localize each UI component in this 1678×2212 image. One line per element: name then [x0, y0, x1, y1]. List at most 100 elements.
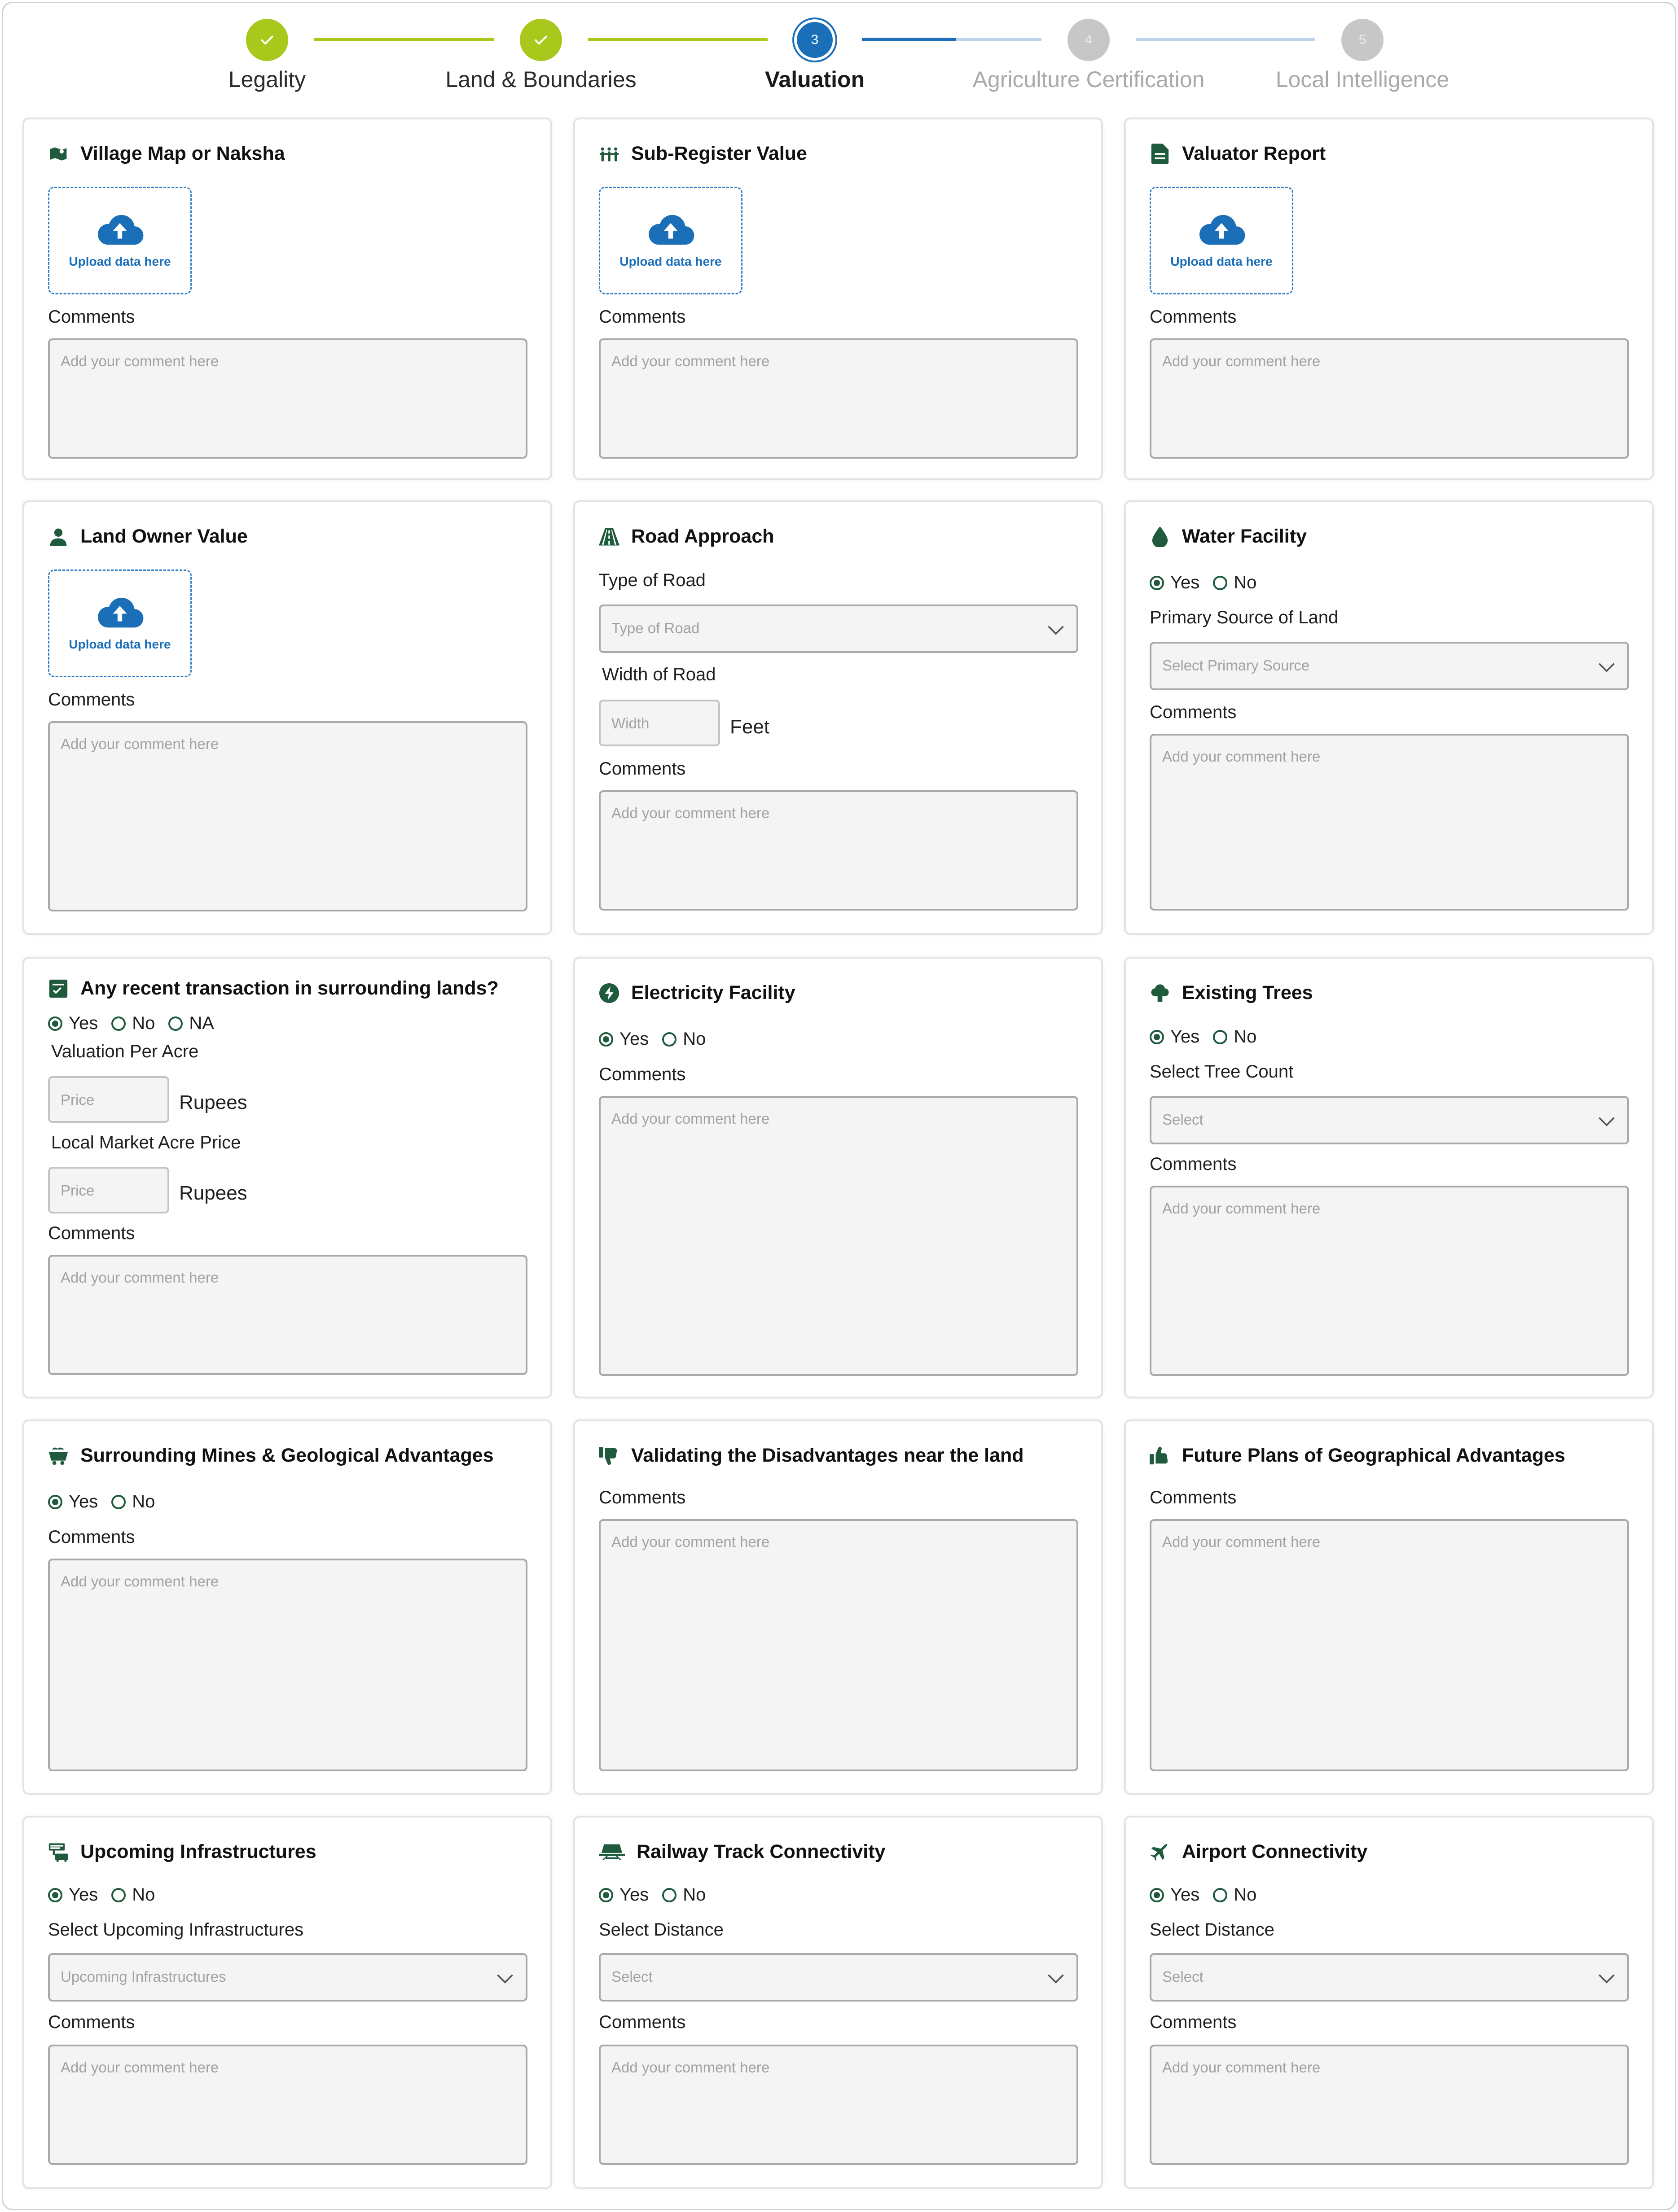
valuation-per-acre-label: Valuation Per Acre — [51, 1042, 199, 1061]
card-title: Valuator Report — [1150, 143, 1326, 165]
upload-dropzone[interactable]: Upload data here — [1150, 187, 1293, 294]
comments-label: Comments — [599, 2012, 686, 2032]
upload-label: Upload data here — [619, 254, 722, 268]
radio-yes[interactable]: Yes — [599, 1885, 649, 1905]
upload-dropzone[interactable]: Upload data here — [48, 187, 192, 294]
comment-placeholder: Add your comment here — [1162, 748, 1321, 765]
radio-no[interactable]: No — [111, 1013, 155, 1034]
radio-no[interactable]: No — [111, 1885, 155, 1905]
construction-icon — [48, 1842, 69, 1862]
radio-yes[interactable]: Yes — [48, 1492, 98, 1512]
card-title: Existing Trees — [1150, 982, 1313, 1004]
comment-textarea[interactable]: Add your comment here — [48, 338, 527, 459]
airport-radio-group: Yes No — [1150, 1885, 1270, 1905]
radio-yes[interactable]: Yes — [1150, 1885, 1199, 1905]
step-number: 5 — [1341, 19, 1384, 61]
water-drop-icon — [1150, 526, 1170, 547]
checklist-icon — [48, 978, 69, 999]
railway-distance-select[interactable]: Select — [599, 1953, 1078, 2002]
comment-textarea[interactable]: Add your comment here — [599, 338, 1078, 459]
radio-yes[interactable]: Yes — [1150, 1027, 1199, 1047]
road-icon — [599, 526, 619, 547]
mine-cart-icon — [48, 1445, 69, 1466]
price-unit: Rupees — [179, 1091, 247, 1113]
radio-no[interactable]: No — [1213, 573, 1256, 593]
card-title: Airport Connectivity — [1150, 1841, 1367, 1863]
radio-no[interactable]: No — [662, 1029, 706, 1049]
card-title: Electricity Facility — [599, 982, 795, 1004]
comment-placeholder: Add your comment here — [61, 736, 219, 752]
comments-label: Comments — [48, 307, 135, 327]
cloud-upload-icon — [648, 215, 694, 245]
card-airport-connectivity: Airport Connectivity Yes No Select Dista… — [1124, 1816, 1654, 2189]
chevron-down-icon — [1599, 1117, 1615, 1126]
card-title: Land Owner Value — [48, 526, 248, 548]
card-title: Water Facility — [1150, 526, 1307, 548]
comments-label: Comments — [1150, 307, 1237, 327]
step-label: Local Intelligence — [1275, 67, 1450, 92]
comment-textarea[interactable]: Add your comment here — [48, 721, 527, 911]
radio-yes[interactable]: Yes — [48, 1013, 98, 1034]
card-title: Railway Track Connectivity — [599, 1841, 885, 1863]
upload-dropzone[interactable]: Upload data here — [599, 187, 742, 294]
card-railway-connectivity: Railway Track Connectivity Yes No Select… — [573, 1816, 1103, 2189]
upload-label: Upload data here — [1170, 254, 1273, 268]
comments-label: Comments — [1150, 702, 1237, 722]
comment-textarea[interactable]: Add your comment here — [1150, 2045, 1629, 2165]
infrastructure-select[interactable]: Upcoming Infrastructures — [48, 1953, 527, 2002]
comment-placeholder: Add your comment here — [1162, 1533, 1321, 1550]
radio-no[interactable]: No — [1213, 1027, 1256, 1047]
thumbs-down-icon — [599, 1445, 619, 1466]
comment-textarea[interactable]: Add your comment here — [48, 1559, 527, 1771]
train-icon — [599, 1842, 625, 1862]
road-type-select[interactable]: Type of Road — [599, 604, 1078, 653]
radio-no[interactable]: No — [662, 1885, 706, 1905]
comment-placeholder: Add your comment here — [611, 1533, 770, 1550]
price-unit: Rupees — [179, 1182, 247, 1204]
document-icon — [1150, 143, 1170, 164]
comment-textarea[interactable]: Add your comment here — [1150, 734, 1629, 911]
comment-textarea[interactable]: Add your comment here — [599, 790, 1078, 911]
airport-distance-select[interactable]: Select — [1150, 1953, 1629, 2002]
market-price-input[interactable]: Price — [48, 1167, 169, 1213]
chevron-down-icon — [1048, 626, 1064, 635]
comments-label: Comments — [1150, 2012, 1237, 2032]
comment-textarea[interactable]: Add your comment here — [48, 2045, 527, 2165]
card-recent-transaction: Any recent transaction in surrounding la… — [22, 957, 552, 1398]
radio-no[interactable]: No — [1213, 1885, 1256, 1905]
comment-textarea[interactable]: Add your comment here — [599, 1519, 1078, 1771]
map-icon — [48, 144, 69, 164]
width-unit: Feet — [730, 716, 770, 738]
primary-source-select[interactable]: Select Primary Source — [1150, 642, 1629, 690]
input-placeholder: Width — [611, 715, 650, 731]
radio-yes[interactable]: Yes — [599, 1029, 649, 1049]
comment-textarea[interactable]: Add your comment here — [1150, 338, 1629, 459]
radio-na[interactable]: NA — [168, 1013, 214, 1034]
person-icon — [48, 526, 69, 547]
tree-icon — [1150, 983, 1170, 1003]
valuation-price-input[interactable]: Price — [48, 1076, 169, 1123]
comment-textarea[interactable]: Add your comment here — [599, 2045, 1078, 2165]
cloud-upload-icon — [1199, 215, 1245, 245]
card-water-facility: Water Facility Yes No Primary Source of … — [1124, 500, 1654, 935]
upload-dropzone[interactable]: Upload data here — [48, 569, 192, 677]
comment-textarea[interactable]: Add your comment here — [1150, 1519, 1629, 1771]
comment-placeholder: Add your comment here — [1162, 1200, 1321, 1217]
comment-textarea[interactable]: Add your comment here — [1150, 1186, 1629, 1376]
radio-yes[interactable]: Yes — [48, 1885, 98, 1905]
tree-count-select[interactable]: Select — [1150, 1096, 1629, 1144]
card-title: Road Approach — [599, 526, 774, 548]
comments-label: Comments — [599, 1488, 686, 1507]
card-title: Sub-Register Value — [599, 143, 807, 165]
road-width-input[interactable]: Width — [599, 700, 720, 746]
comment-placeholder: Add your comment here — [611, 805, 770, 821]
check-icon — [520, 19, 562, 61]
comment-textarea[interactable]: Add your comment here — [48, 1255, 527, 1375]
radio-yes[interactable]: Yes — [1150, 573, 1199, 593]
radio-no[interactable]: No — [111, 1492, 155, 1512]
comment-placeholder: Add your comment here — [61, 1269, 219, 1286]
comment-placeholder: Add your comment here — [1162, 353, 1321, 369]
comments-label: Comments — [599, 1064, 686, 1084]
comment-textarea[interactable]: Add your comment here — [599, 1096, 1078, 1376]
comment-placeholder: Add your comment here — [611, 353, 770, 369]
